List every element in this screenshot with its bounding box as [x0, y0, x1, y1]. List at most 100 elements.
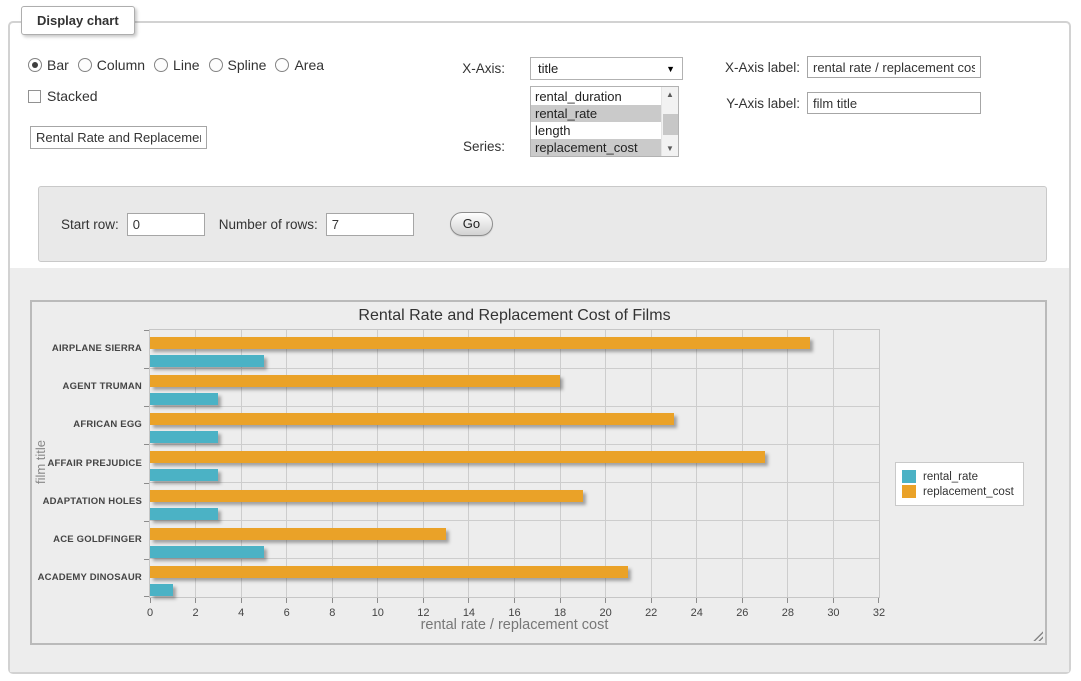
y-category-label: AFFAIR PREJUDICE	[36, 458, 142, 470]
gridline	[150, 520, 879, 521]
chart-type-radio-label: Column	[97, 57, 145, 73]
series-option[interactable]: replacement_cost	[531, 139, 661, 156]
chart-container: Rental Rate and Replacement Cost of Film…	[30, 300, 1047, 645]
x-tick-mark	[377, 598, 378, 603]
y-tick-mark	[144, 483, 149, 484]
y-category-label: AIRPLANE SIERRA	[36, 343, 142, 355]
bar-rental_rate	[150, 469, 218, 481]
bar-replacement_cost	[150, 413, 674, 425]
bar-rental_rate	[150, 508, 218, 520]
stacked-checkbox[interactable]	[28, 90, 41, 103]
gridline	[742, 330, 743, 597]
series-options: rental_durationrental_ratelengthreplacem…	[531, 87, 661, 156]
x-axis-label-field-label: X-Axis label:	[695, 60, 800, 75]
bar-replacement_cost	[150, 490, 583, 502]
plot-area: 02468101214161820222426283032AIRPLANE SI…	[149, 329, 880, 598]
x-tick-mark	[468, 598, 469, 603]
bar-replacement_cost	[150, 566, 628, 578]
chart-type-option-line: Line	[154, 57, 199, 73]
go-button[interactable]: Go	[450, 212, 493, 236]
x-tick-mark	[286, 598, 287, 603]
chart-type-radio-column[interactable]	[78, 58, 92, 72]
y-axis-label-field-label: Y-Axis label:	[695, 96, 800, 111]
gridline	[651, 330, 652, 597]
x-tick-mark	[560, 598, 561, 603]
gridline	[150, 406, 879, 407]
bar-replacement_cost	[150, 375, 560, 387]
start-row-input[interactable]	[127, 213, 205, 236]
num-rows-label: Number of rows:	[219, 217, 318, 232]
y-tick-mark	[144, 368, 149, 369]
row-controls-panel: Start row: Number of rows: Go	[38, 186, 1047, 262]
y-category-label: AGENT TRUMAN	[36, 381, 142, 393]
bar-rental_rate	[150, 584, 173, 596]
series-option[interactable]: length	[531, 122, 661, 139]
resize-handle-icon[interactable]	[1031, 629, 1043, 641]
gridline	[696, 330, 697, 597]
gridline	[787, 330, 788, 597]
series-scrollbar[interactable]: ▲ ▼	[661, 87, 678, 156]
x-tick-mark	[833, 598, 834, 603]
bar-rental_rate	[150, 355, 264, 367]
chart-type-radio-label: Spline	[228, 57, 267, 73]
y-tick-mark	[144, 521, 149, 522]
y-tick-mark	[144, 559, 149, 560]
x-tick-mark	[423, 598, 424, 603]
gridline	[514, 330, 515, 597]
chart-title-input[interactable]	[30, 126, 207, 149]
x-tick-mark	[332, 598, 333, 603]
x-tick-mark	[787, 598, 788, 603]
y-category-label: ACE GOLDFINGER	[36, 534, 142, 546]
y-axis-title: film title	[33, 392, 47, 532]
series-option[interactable]: rental_duration	[531, 88, 661, 105]
x-axis-select[interactable]: title ▼	[530, 57, 683, 80]
bar-replacement_cost	[150, 528, 446, 540]
x-axis-title: rental rate / replacement cost	[149, 617, 880, 633]
chart-type-radio-label: Line	[173, 57, 199, 73]
y-category-label: AFRICAN EGG	[36, 419, 142, 431]
y-tick-mark	[144, 596, 149, 597]
chart-title: Rental Rate and Replacement Cost of Film…	[149, 307, 880, 325]
series-multiselect[interactable]: rental_durationrental_ratelengthreplacem…	[530, 86, 679, 157]
chart-type-option-area: Area	[275, 57, 324, 73]
gridline	[423, 330, 424, 597]
legend-label: rental_rate	[923, 471, 978, 483]
chart-type-radio-label: Bar	[47, 57, 69, 73]
legend-label: replacement_cost	[923, 486, 1014, 498]
scroll-down-icon[interactable]: ▼	[662, 141, 678, 156]
x-axis-label-input[interactable]	[807, 56, 981, 78]
legend-swatch-replacement_cost	[902, 485, 916, 498]
bar-rental_rate	[150, 431, 218, 443]
gridline	[150, 482, 879, 483]
chart-legend: rental_rate replacement_cost	[895, 462, 1024, 506]
start-row-label: Start row:	[61, 217, 119, 232]
scrollbar-thumb[interactable]	[663, 114, 678, 135]
x-tick-mark	[514, 598, 515, 603]
series-list-label: Series:	[420, 139, 505, 154]
page: Display chart Bar Column Line Spline Area St…	[0, 0, 1081, 681]
x-tick-mark	[605, 598, 606, 603]
dropdown-arrow-icon: ▼	[666, 64, 675, 74]
x-tick-mark	[241, 598, 242, 603]
x-axis-selected-value: title	[538, 61, 558, 76]
scroll-up-icon[interactable]: ▲	[662, 87, 678, 102]
chart-type-radio-spline[interactable]	[209, 58, 223, 72]
y-category-label: ADAPTATION HOLES	[36, 496, 142, 508]
gridline	[833, 330, 834, 597]
gridline	[468, 330, 469, 597]
chart-type-radio-line[interactable]	[154, 58, 168, 72]
chart-type-option-column: Column	[78, 57, 145, 73]
series-option[interactable]: rental_rate	[531, 105, 661, 122]
chart-type-radio-bar[interactable]	[28, 58, 42, 72]
y-category-label: ACADEMY DINOSAUR	[36, 572, 142, 584]
bar-rental_rate	[150, 546, 264, 558]
legend-entry: replacement_cost	[902, 485, 1014, 498]
chart-type-radio-area[interactable]	[275, 58, 289, 72]
fieldset-legend: Display chart	[21, 6, 135, 35]
y-axis-label-input[interactable]	[807, 92, 981, 114]
number-of-rows-input[interactable]	[326, 213, 414, 236]
legend-entry: rental_rate	[902, 470, 1014, 483]
gridline	[332, 330, 333, 597]
gridline	[560, 330, 561, 597]
x-axis-select-label: X-Axis:	[420, 61, 505, 76]
